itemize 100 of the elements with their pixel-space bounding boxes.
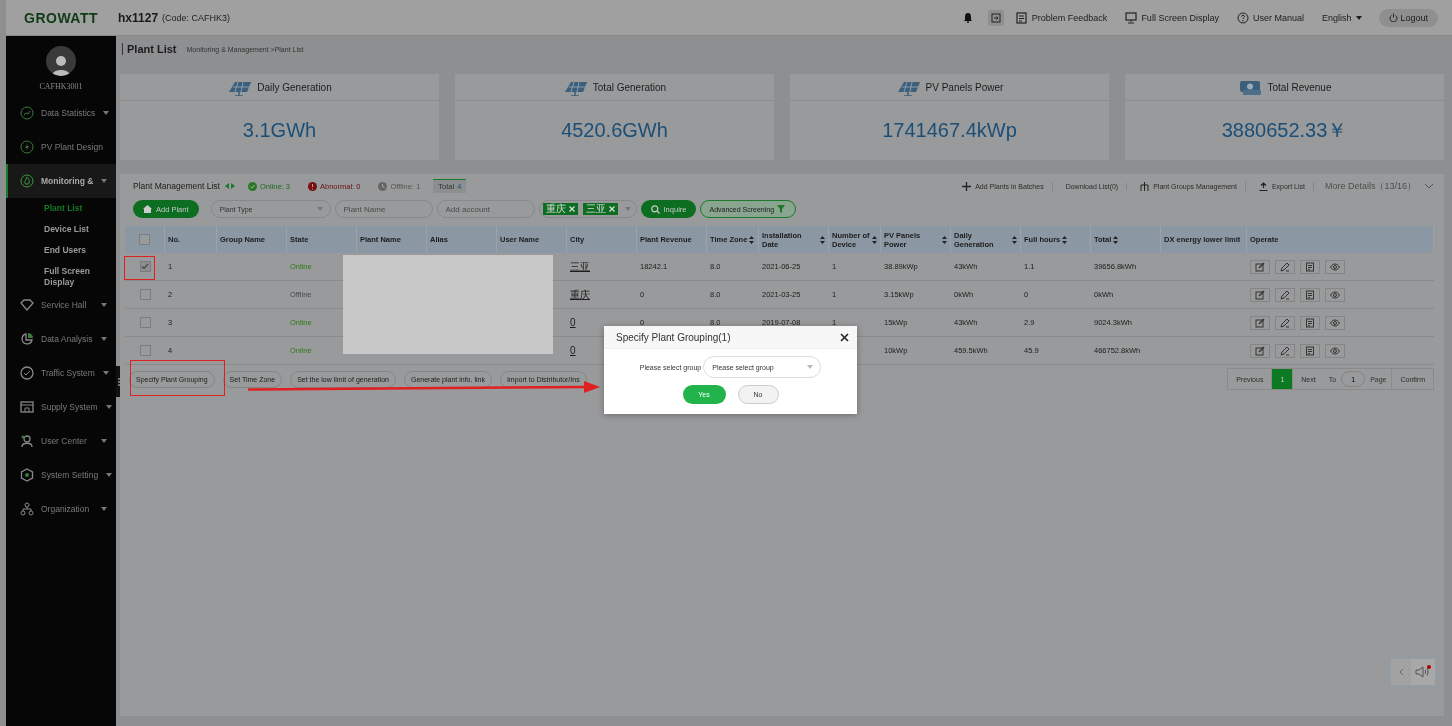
action-button[interactable] xyxy=(1300,259,1320,274)
help-icon xyxy=(1236,11,1249,24)
sidebar-subitem[interactable]: Device List xyxy=(6,219,116,240)
checkbox[interactable] xyxy=(139,289,151,300)
stat-value: 4520.6GWh xyxy=(560,118,669,143)
action-button[interactable] xyxy=(1325,259,1345,274)
eye-icon xyxy=(1330,317,1340,328)
city-link[interactable]: 三亚 xyxy=(570,259,590,274)
sidebar-item[interactable]: System Setting xyxy=(6,458,116,492)
upload-icon xyxy=(1258,181,1268,191)
pen-icon xyxy=(1280,317,1290,328)
city-tag: 三亚 xyxy=(583,203,619,215)
document-icon xyxy=(1305,289,1315,300)
caret-icon xyxy=(806,363,815,371)
action-button[interactable] xyxy=(1250,343,1270,358)
sidebar-subitem[interactable]: Full Screen Display xyxy=(6,261,116,288)
action-button[interactable] xyxy=(1325,315,1345,330)
city-link[interactable]: 0 xyxy=(570,345,576,356)
checkbox[interactable] xyxy=(139,345,151,356)
exit-icon xyxy=(990,12,1001,23)
action-button[interactable] xyxy=(1325,343,1345,358)
action-button[interactable] xyxy=(1325,287,1345,302)
checkbox[interactable] xyxy=(139,261,151,272)
action-button[interactable] xyxy=(1300,315,1320,330)
eye-icon xyxy=(1330,289,1340,300)
checkbox[interactable] xyxy=(139,317,151,328)
action-button[interactable] xyxy=(1250,259,1270,274)
header-link[interactable]: Full Screen Display xyxy=(1125,11,1219,24)
eye-icon xyxy=(1330,345,1340,356)
sidebar-item[interactable]: Data Analysis xyxy=(6,322,116,356)
pie-chart-icon xyxy=(20,332,34,346)
stat-label: PV Panels Power xyxy=(925,81,1004,93)
caret-icon xyxy=(623,205,632,213)
stat-value: 1741467.4kWp xyxy=(881,118,1018,143)
sidebar-item[interactable]: Data Statistics xyxy=(6,96,116,130)
pen-icon xyxy=(1280,289,1290,300)
close-icon xyxy=(840,332,849,342)
pen-icon xyxy=(1280,261,1290,272)
sidebar-item[interactable]: Monitoring & xyxy=(6,164,116,198)
chart-icon xyxy=(20,106,34,120)
city-select[interactable]: 重庆 三亚 xyxy=(538,200,637,218)
list-title: Plant Management List xyxy=(133,181,220,191)
stat-label: Daily Generation xyxy=(257,81,332,93)
flame-icon xyxy=(20,174,34,188)
person-silhouette-icon xyxy=(51,54,71,76)
sidebar-item[interactable]: User Center xyxy=(6,424,116,458)
sidebar-item[interactable]: Service Hall xyxy=(6,288,116,322)
action-button[interactable] xyxy=(1250,315,1270,330)
account-field[interactable]: Add account xyxy=(436,200,535,218)
bolt-icon xyxy=(20,140,34,154)
page-title: Plant List xyxy=(122,42,177,55)
action-button[interactable] xyxy=(1300,287,1320,302)
city-link[interactable]: 0 xyxy=(570,317,576,328)
check-icon xyxy=(141,263,149,270)
action-button[interactable] xyxy=(1275,259,1295,274)
plus-icon xyxy=(962,181,972,191)
logo: GROWATT xyxy=(24,9,98,26)
pen-icon xyxy=(1280,345,1290,356)
annotation-box xyxy=(124,256,155,280)
edit-icon xyxy=(1255,289,1265,300)
logout-button[interactable]: Logout xyxy=(1379,8,1438,27)
close-button[interactable] xyxy=(838,330,851,344)
sidebar-item[interactable]: Organization xyxy=(6,492,116,526)
sidebar-item[interactable]: Traffic System xyxy=(6,356,116,390)
exit-button[interactable] xyxy=(987,9,1004,26)
sidebar-subitem[interactable]: End Users xyxy=(6,240,116,261)
plant-name-field[interactable]: Plant Name xyxy=(334,200,433,218)
diamond-icon xyxy=(20,298,34,312)
action-button[interactable] xyxy=(1275,315,1295,330)
user-id: CAFHK3001 xyxy=(38,82,84,91)
action-button[interactable] xyxy=(1275,287,1295,302)
action-button[interactable] xyxy=(1250,287,1270,302)
more-details-link[interactable]: More Details（13/16） xyxy=(1318,179,1434,193)
edit-icon xyxy=(1255,345,1265,356)
hierarchy-icon xyxy=(1140,181,1150,191)
caret-icon xyxy=(1355,13,1364,22)
monitor-icon xyxy=(1125,11,1138,24)
document-icon xyxy=(1305,345,1315,356)
home-icon xyxy=(143,205,152,213)
sidebar-subitem[interactable]: Plant List xyxy=(6,198,116,219)
chevron-left-icon xyxy=(1398,668,1404,676)
store-icon xyxy=(20,400,34,414)
sidebar-item[interactable]: PV Plant Design xyxy=(6,130,116,164)
hierarchy-icon xyxy=(20,502,34,516)
action-button[interactable] xyxy=(1275,343,1295,358)
check-circle-icon xyxy=(247,182,257,191)
speaker-button[interactable] xyxy=(1411,659,1435,685)
header-link[interactable]: User Manual xyxy=(1236,11,1304,24)
bell-icon xyxy=(962,12,973,23)
action-button[interactable] xyxy=(1300,343,1320,358)
close-icon xyxy=(568,206,575,212)
checkbox[interactable] xyxy=(139,234,150,245)
sidebar-item[interactable]: Supply System xyxy=(6,390,116,424)
check-circle-icon xyxy=(20,366,34,380)
edit-icon xyxy=(1255,317,1265,328)
language-dropdown[interactable]: English xyxy=(1321,12,1364,23)
header-link[interactable]: Problem Feedback xyxy=(1015,11,1108,24)
city-link[interactable]: 重庆 xyxy=(570,287,590,302)
search-icon xyxy=(650,204,660,214)
document-icon xyxy=(1305,261,1315,272)
